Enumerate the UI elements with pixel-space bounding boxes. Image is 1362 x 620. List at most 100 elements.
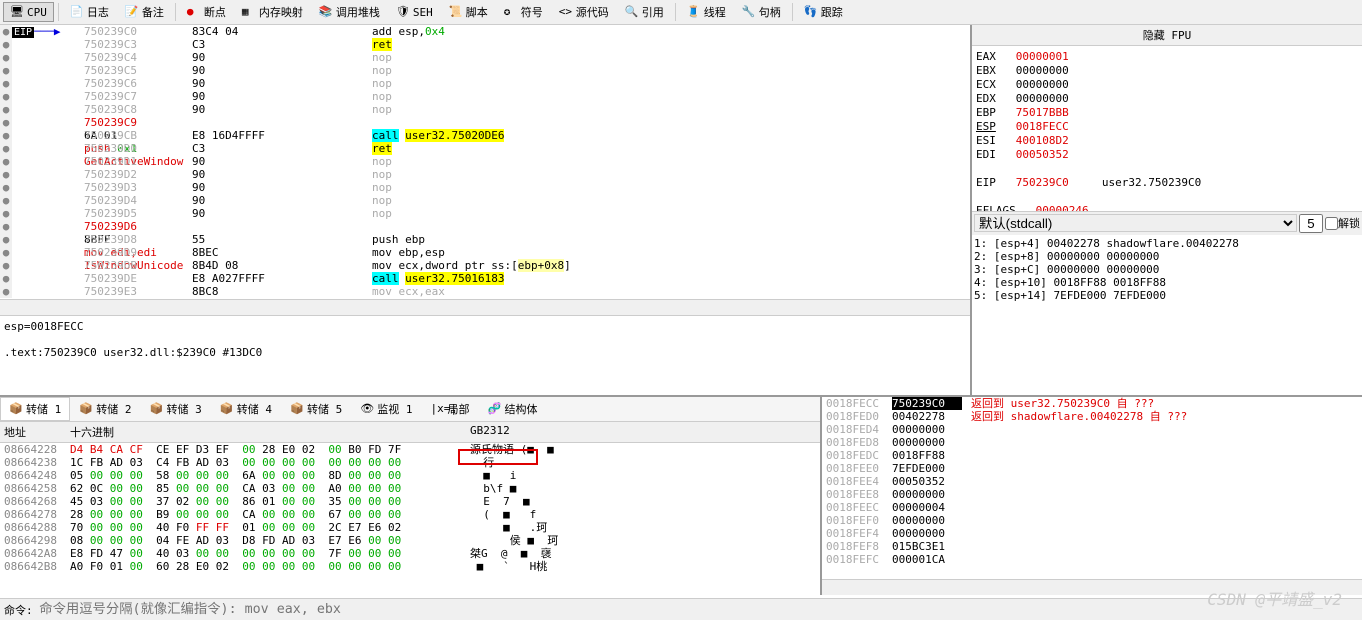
- stack-row[interactable]: 0018FEF400000000: [822, 527, 967, 540]
- disasm-row[interactable]: ●750239C3C3ret: [0, 38, 970, 51]
- stack-row[interactable]: 0018FEF000000000: [822, 514, 967, 527]
- notes-icon: 📝: [125, 5, 139, 19]
- cpu-icon: 🖥: [10, 5, 24, 19]
- disasm-row[interactable]: ●750239D0C3ret: [0, 142, 970, 155]
- disasm-row[interactable]: ●750239D290nop: [0, 168, 970, 181]
- dump-ascii-col[interactable]: GB2312: [460, 424, 820, 440]
- dump-icon: 📦: [220, 402, 234, 416]
- stack-row[interactable]: 0018FEEC00000004: [822, 501, 967, 514]
- threads-tab[interactable]: 🧵线程: [680, 1, 733, 23]
- log-icon: 📄: [70, 5, 84, 19]
- disasm-row[interactable]: ●750239C9 6A 01push 0x1GetActiveWindow: [0, 116, 970, 129]
- disasm-row[interactable]: ●750239D855push ebp: [0, 233, 970, 246]
- stack-row[interactable]: 0018FED400000000: [822, 423, 967, 436]
- dump-row[interactable]: 086642B8A0 F0 01 00 60 28 E0 02 00 00 00…: [0, 560, 820, 573]
- mmap-icon: ▦: [242, 5, 256, 19]
- command-input[interactable]: [39, 601, 1358, 619]
- disasm-row[interactable]: ●750239C690nop: [0, 77, 970, 90]
- stack-row[interactable]: 0018FEFC000001CA: [822, 553, 967, 566]
- mmap-tab[interactable]: ▦内存映射: [235, 1, 310, 23]
- dump2-tab[interactable]: 📦转储 2: [70, 397, 140, 421]
- cpu-tab[interactable]: 🖥CPU: [3, 2, 54, 22]
- stack-row[interactable]: 0018FEDC0018FF88: [822, 449, 967, 462]
- stack-row[interactable]: 0018FEE07EFDE000: [822, 462, 967, 475]
- disasm-row[interactable]: ●750239C490nop: [0, 51, 970, 64]
- handles-tab[interactable]: 🔧句柄: [735, 1, 788, 23]
- refs-tab[interactable]: 🔍引用: [618, 1, 671, 23]
- seh-tab[interactable]: 🛡SEH: [389, 2, 440, 22]
- disasm-row[interactable]: ●EIP───▶750239C083C4 04add esp,0x4: [0, 25, 970, 38]
- disasm-row[interactable]: ●750239D98BECmov ebp,esp: [0, 246, 970, 259]
- log-tab[interactable]: 📄日志: [63, 1, 116, 23]
- stack-row[interactable]: 0018FEF8015BC3E1: [822, 540, 967, 553]
- notes-tab[interactable]: 📝备注: [118, 1, 171, 23]
- dump-icon: 📦: [290, 402, 304, 416]
- disasm-row[interactable]: ●750239C590nop: [0, 64, 970, 77]
- dump-row[interactable]: 08664228D4 B4 CA CF CE EF D3 EF 00 28 E0…: [0, 443, 820, 456]
- command-bar: 命令:: [0, 598, 1362, 620]
- dump-addr-col[interactable]: 地址: [0, 424, 70, 440]
- dump4-tab[interactable]: 📦转储 4: [211, 397, 281, 421]
- unlock-label: 解锁: [1338, 215, 1360, 231]
- arg-count-spin[interactable]: [1299, 214, 1323, 233]
- dump5-tab[interactable]: 📦转储 5: [281, 397, 351, 421]
- bp-tab[interactable]: ●断点: [180, 1, 233, 23]
- disasm-row[interactable]: ●750239C790nop: [0, 90, 970, 103]
- script-tab[interactable]: 📜脚本: [442, 1, 495, 23]
- stack-args-panel[interactable]: 1: [esp+4] 00402278 shadowflare.00402278…: [972, 235, 1362, 396]
- stack-hscroll[interactable]: [822, 579, 1362, 595]
- stack-row[interactable]: 0018FEE800000000: [822, 488, 967, 501]
- disasm-row[interactable]: ●750239C890nop: [0, 103, 970, 116]
- bp-icon: ●: [187, 5, 201, 19]
- handles-icon: 🔧: [742, 5, 756, 19]
- threads-icon: 🧵: [687, 5, 701, 19]
- dump-hex-col[interactable]: 十六进制: [70, 424, 460, 440]
- dump-icon: 📦: [9, 402, 23, 416]
- disasm-row[interactable]: ●750239CBE8 16D4FFFFcall user32.75020DE6: [0, 129, 970, 142]
- watch-tab[interactable]: 👁监视 1: [351, 397, 421, 421]
- disassembly-view[interactable]: ●EIP───▶750239C083C4 04add esp,0x4●75023…: [0, 25, 970, 299]
- convention-bar: 默认(stdcall) 解锁: [972, 211, 1362, 235]
- unlock-check[interactable]: [1325, 217, 1338, 230]
- disasm-hscroll[interactable]: [0, 299, 970, 315]
- disasm-row[interactable]: ●750239D6 8BFFmov edi,ediIsWindowUnicode: [0, 220, 970, 233]
- disasm-row[interactable]: ●750239D590nop: [0, 207, 970, 220]
- registers-panel[interactable]: EAX 00000001 EBX 00000000 ECX 00000000 E…: [972, 46, 1362, 211]
- dump-row[interactable]: 086642A8E8 FD 47 00 40 03 00 00 00 00 00…: [0, 547, 820, 560]
- dump3-tab[interactable]: 📦转储 3: [141, 397, 211, 421]
- src-tab[interactable]: <>源代码: [552, 1, 616, 23]
- convention-select[interactable]: 默认(stdcall): [974, 214, 1297, 232]
- dump-row[interactable]: 086642381C FB AD 03 C4 FB AD 03 00 00 00…: [0, 456, 820, 469]
- locals-tab[interactable]: |x=|局部: [422, 397, 479, 421]
- stack-row[interactable]: 0018FED800000000: [822, 436, 967, 449]
- dump-body[interactable]: 08664228D4 B4 CA CF CE EF D3 EF 00 28 E0…: [0, 443, 820, 595]
- dump1-tab[interactable]: 📦转储 1: [0, 397, 70, 421]
- callstack-tab[interactable]: 📚调用堆栈: [312, 1, 387, 23]
- struct-tab[interactable]: 🧬结构体: [479, 397, 547, 421]
- src-icon: <>: [559, 5, 573, 19]
- disasm-row[interactable]: ●750239D490nop: [0, 194, 970, 207]
- dump-row[interactable]: 0866429808 00 00 00 04 FE AD 03 D8 FD AD…: [0, 534, 820, 547]
- disasm-row[interactable]: ●750239DEE8 A027FFFFcall user32.75016183: [0, 272, 970, 285]
- dump-row[interactable]: 0866426845 03 00 00 37 02 00 00 86 01 00…: [0, 495, 820, 508]
- disasm-row[interactable]: ●750239DB8B4D 08mov ecx,dword ptr ss:[eb…: [0, 259, 970, 272]
- fpu-toggle[interactable]: 隐藏 FPU: [972, 25, 1362, 46]
- cmd-label: 命令:: [4, 602, 33, 618]
- locals-icon: |x=|: [431, 402, 445, 416]
- disasm-row[interactable]: ●750239D190nop: [0, 155, 970, 168]
- disasm-row[interactable]: ●750239E38BC8mov ecx,eax: [0, 285, 970, 298]
- stack-panel[interactable]: 0018FECC750239C00018FED0004022780018FED4…: [822, 397, 1362, 579]
- dump-row[interactable]: 0866424805 00 00 00 58 00 00 00 6A 00 00…: [0, 469, 820, 482]
- stack-row[interactable]: 0018FEE400050352: [822, 475, 967, 488]
- dump-row[interactable]: 0866428870 00 00 00 40 F0 FF FF 01 00 00…: [0, 521, 820, 534]
- stack-row[interactable]: 0018FECC750239C0: [822, 397, 967, 410]
- disasm-row[interactable]: ●750239D390nop: [0, 181, 970, 194]
- trace-tab[interactable]: 👣跟踪: [797, 1, 850, 23]
- sym-tab[interactable]: ✪符号: [497, 1, 550, 23]
- stack-row[interactable]: 0018FED000402278: [822, 410, 967, 423]
- dump-row[interactable]: 0866427828 00 00 00 B9 00 00 00 CA 00 00…: [0, 508, 820, 521]
- main-toolbar: 🖥CPU 📄日志 📝备注 ●断点 ▦内存映射 📚调用堆栈 🛡SEH 📜脚本 ✪符…: [0, 0, 1362, 25]
- dump-row[interactable]: 0866425862 0C 00 00 85 00 00 00 CA 03 00…: [0, 482, 820, 495]
- info-panel: esp=0018FECC .text:750239C0 user32.dll:$…: [0, 315, 970, 395]
- info-section: .text:750239C0 user32.dll:$239C0 #13DC0: [4, 346, 966, 359]
